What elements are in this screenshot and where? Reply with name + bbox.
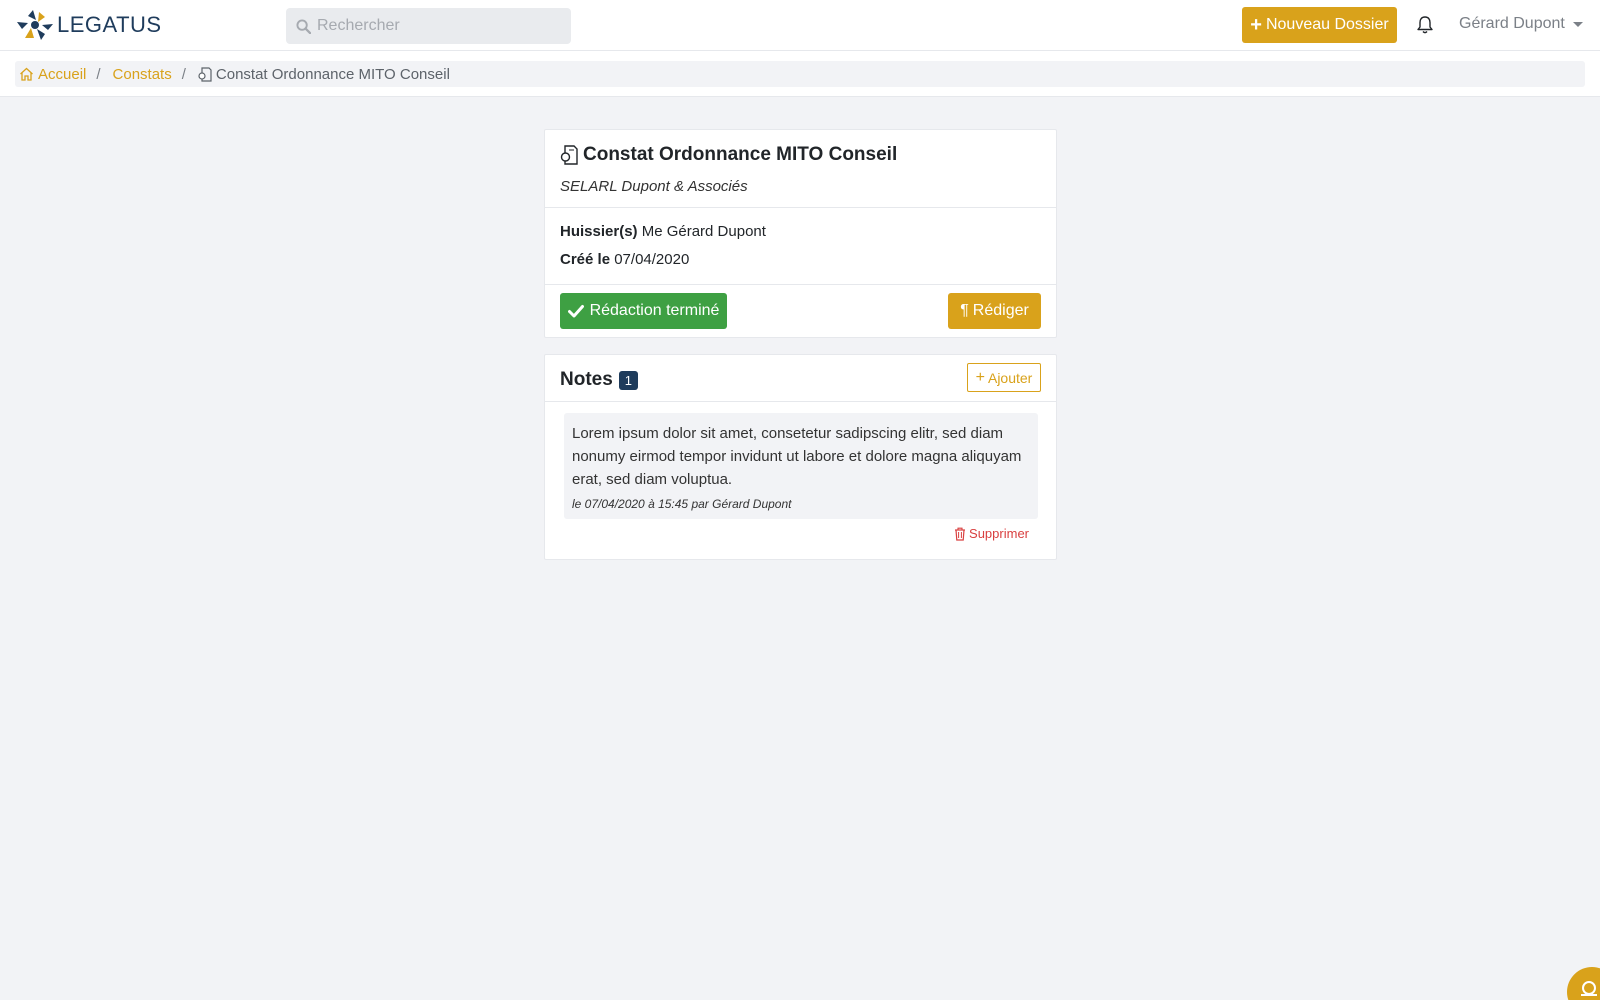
created-value: 07/04/2020: [614, 251, 690, 268]
dossier-header: Constat Ordonnance MITO Conseil SELARL D…: [545, 130, 1056, 208]
notes-card: Notes 1 + Ajouter Lorem ipsum dolor sit …: [544, 354, 1057, 560]
top-navbar: LEGATUS + Nouveau Dossier Gérard Dupont: [0, 0, 1600, 51]
dossier-actions: Rédaction terminé ¶ Rédiger: [545, 285, 1056, 337]
dossier-title: Constat Ordonnance MITO Conseil: [560, 144, 1041, 166]
note-item: Lorem ipsum dolor sit amet, consetetur s…: [564, 413, 1038, 519]
created-row: Créé le 07/04/2020: [560, 251, 1041, 268]
huissiers-label: Huissier(s): [560, 223, 638, 240]
breadcrumb: Accueil / Constats / Constat Ordonnance …: [15, 61, 1585, 87]
search-box[interactable]: [286, 8, 571, 44]
check-icon: [567, 305, 584, 318]
search-input[interactable]: [317, 17, 557, 35]
delete-note-button[interactable]: Supprimer: [954, 526, 1029, 541]
add-note-label: Ajouter: [987, 369, 1033, 386]
brand-name: LEGATUS: [57, 12, 162, 37]
huissiers-value: Me Gérard Dupont: [641, 223, 766, 240]
user-menu[interactable]: Gérard Dupont: [1459, 15, 1583, 33]
huissiers-row: Huissier(s) Me Gérard Dupont: [560, 223, 1041, 240]
notes-header: Notes 1 + Ajouter: [545, 355, 1056, 402]
delete-note-label: Supprimer: [969, 526, 1029, 541]
breadcrumb-separator: /: [181, 65, 186, 83]
document-icon: [560, 145, 578, 165]
breadcrumb-item-current: Constat Ordonnance MITO Conseil: [198, 66, 450, 83]
note-text: Lorem ipsum dolor sit amet, consetetur s…: [572, 425, 1022, 488]
redaction-done-button[interactable]: Rédaction terminé: [560, 293, 727, 329]
add-note-button[interactable]: + Ajouter: [967, 363, 1041, 392]
user-name: Gérard Dupont: [1459, 15, 1565, 32]
search-icon: [296, 18, 311, 34]
legatus-logo-icon: [17, 10, 53, 40]
breadcrumb-item-constats[interactable]: Constats: [113, 66, 172, 83]
dossier-title-text: Constat Ordonnance MITO Conseil: [583, 144, 898, 165]
help-button[interactable]: [1567, 967, 1600, 1000]
notes-title-text: Notes: [560, 369, 613, 390]
notes-count-badge: 1: [618, 370, 639, 390]
rediger-button[interactable]: ¶ Rédiger: [948, 293, 1041, 329]
dossier-card: Constat Ordonnance MITO Conseil SELARL D…: [544, 129, 1057, 338]
rediger-label: Rédiger: [972, 302, 1029, 319]
breadcrumb-label: Constat Ordonnance MITO Conseil: [215, 65, 450, 83]
redaction-done-label: Rédaction terminé: [589, 302, 720, 319]
plus-icon: +: [975, 368, 985, 386]
dossier-info: Huissier(s) Me Gérard Dupont Créé le 07/…: [545, 208, 1056, 285]
created-label: Créé le: [560, 251, 611, 268]
breadcrumb-bar: Accueil / Constats / Constat Ordonnance …: [0, 51, 1600, 97]
document-icon: [198, 66, 212, 82]
trash-icon: [955, 527, 966, 541]
breadcrumb-item-accueil[interactable]: Accueil: [19, 66, 86, 83]
home-icon: [20, 67, 33, 81]
notes-title: Notes 1: [560, 369, 639, 391]
breadcrumb-separator: /: [96, 65, 101, 83]
new-dossier-button[interactable]: + Nouveau Dossier: [1242, 7, 1397, 43]
bell-icon[interactable]: [1416, 15, 1434, 35]
dossier-company: SELARL Dupont & Associés: [560, 178, 748, 195]
breadcrumb-label: Constats: [112, 65, 172, 83]
logo[interactable]: LEGATUS: [15, 8, 162, 42]
plus-icon: +: [1250, 14, 1262, 36]
new-dossier-label: Nouveau Dossier: [1265, 16, 1389, 33]
support-icon: [1581, 981, 1597, 996]
chevron-down-icon: [1572, 21, 1583, 27]
note-meta: le 07/04/2020 à 15:45 par Gérard Dupont: [572, 497, 792, 511]
breadcrumb-label: Accueil: [38, 65, 87, 83]
pilcrow-icon: ¶: [960, 302, 969, 319]
